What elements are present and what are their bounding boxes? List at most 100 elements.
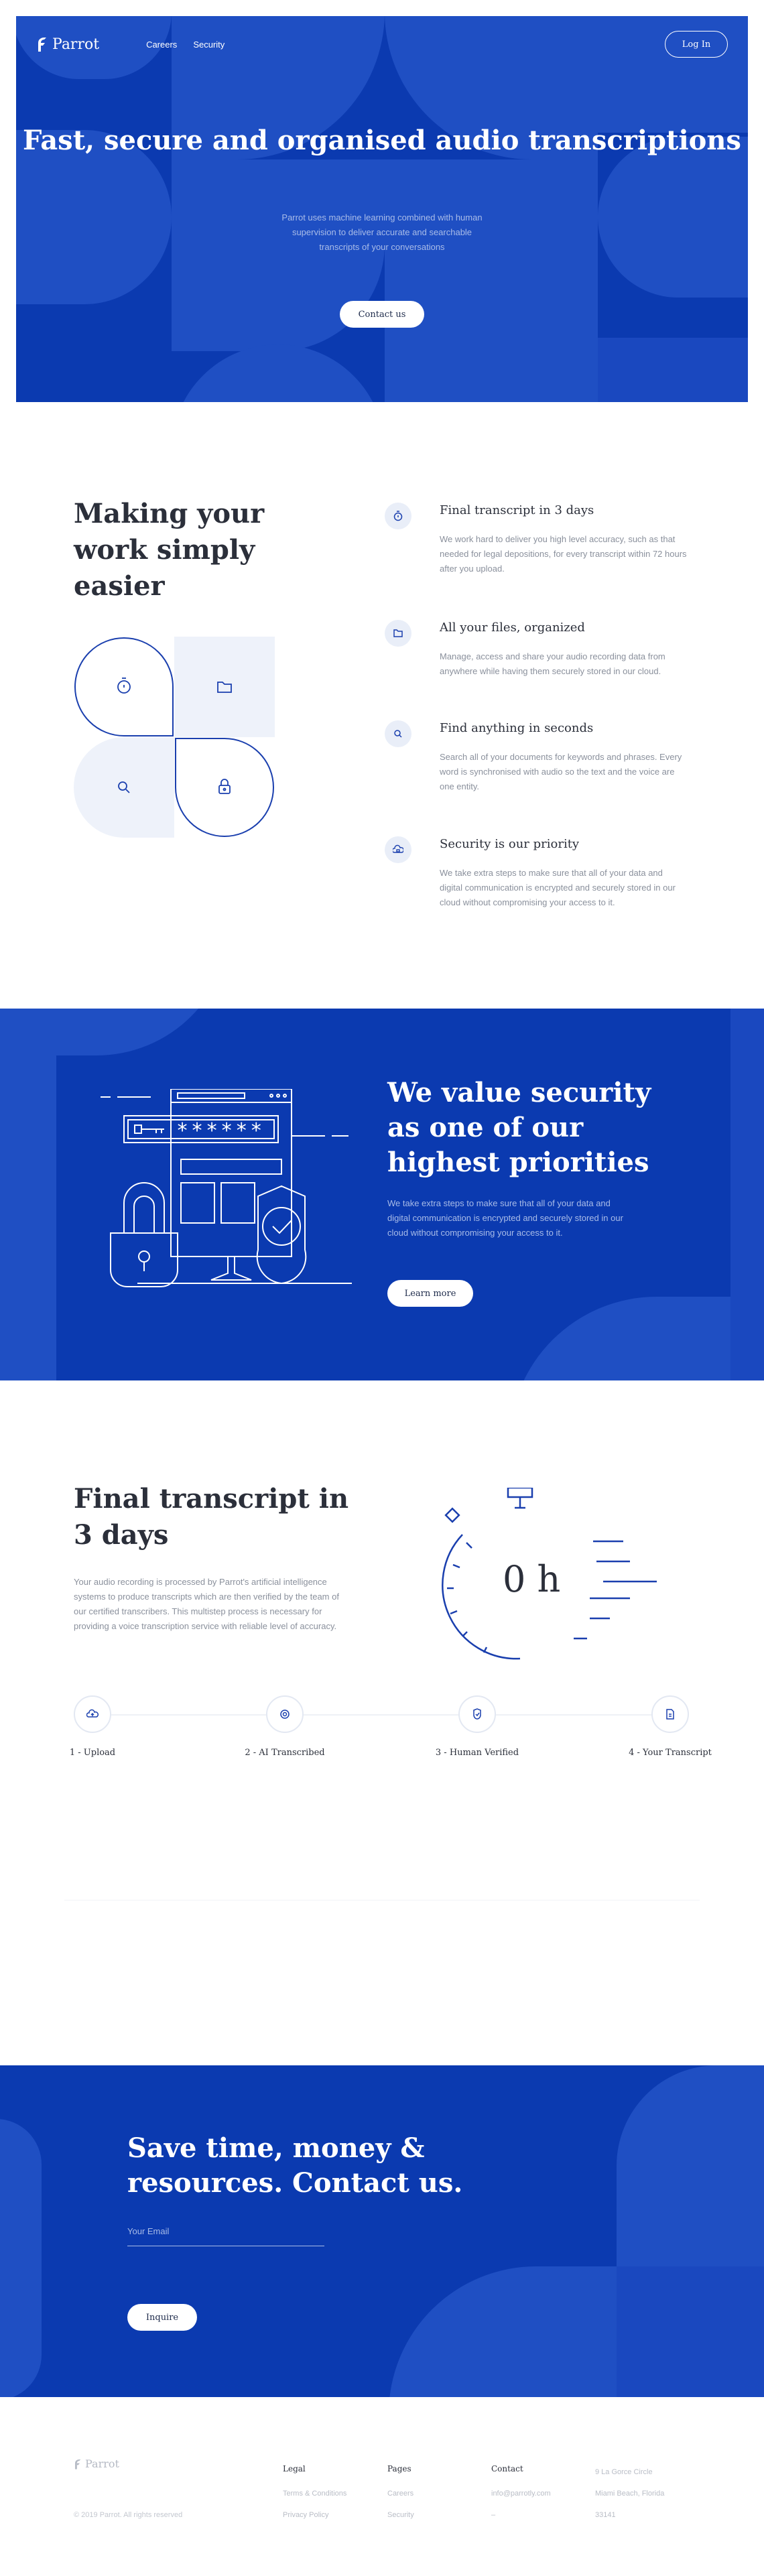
feature-text: We work hard to deliver you high level a… — [440, 534, 687, 574]
content-block — [180, 1159, 282, 1175]
contact-us-button[interactable]: Contact us — [340, 301, 424, 328]
folder-icon — [385, 620, 411, 647]
nav-link-careers[interactable]: Careers — [146, 40, 177, 50]
password-mask: ****** — [176, 1119, 265, 1143]
section-divider — [64, 1900, 700, 1901]
timeline-title: Final transcript in 3 days — [74, 1483, 349, 1551]
step-ai-transcribed: 2 - AI Transcribed — [231, 1695, 338, 1758]
dial-tick — [462, 1631, 468, 1637]
address-line: 33141 — [595, 2511, 616, 2519]
step-label: 1 - Upload — [69, 1748, 116, 1758]
hero-title: Fast, secure and organised audio transcr… — [23, 125, 741, 156]
footer-column-contact: Contact info@parrotly.com – — [491, 2464, 551, 2532]
key-icon — [134, 1124, 164, 1134]
feature-item-security: Security is our priority We take extra s… — [385, 836, 693, 910]
decor-shape — [172, 344, 385, 402]
footer-link-phone[interactable]: – — [491, 2511, 551, 2519]
parrot-logo-icon — [75, 2459, 81, 2469]
footer-logo[interactable]: Parrot — [74, 2457, 119, 2470]
inquire-button[interactable]: Inquire — [127, 2304, 197, 2331]
hero-section: Parrot Careers Security Log In Fast, sec… — [0, 0, 764, 402]
window-field — [177, 1092, 245, 1099]
hero-subtitle: Parrot uses machine learning combined wi… — [281, 212, 483, 252]
footer-address: 9 La Gorce Circle Miami Beach, Florida 3… — [595, 2461, 664, 2526]
address-line: 9 La Gorce Circle — [595, 2468, 653, 2476]
step-human-verified: 3 - Human Verified — [424, 1695, 531, 1758]
lock-icon — [218, 779, 231, 794]
steps-connector — [92, 1714, 669, 1716]
window-dot — [269, 1094, 273, 1098]
contact-title: Save time, money & resources. Contact us… — [127, 2132, 463, 2199]
contact-section: Save time, money & resources. Contact us… — [0, 2065, 764, 2397]
step-label: 3 - Human Verified — [435, 1748, 519, 1758]
monitor-window — [170, 1089, 292, 1257]
address-line: Miami Beach, Florida — [595, 2490, 665, 2498]
padlock-body — [110, 1232, 178, 1287]
footer-link-security[interactable]: Security — [387, 2511, 414, 2519]
cloud-upload-icon — [74, 1695, 111, 1733]
petal-outline-bottom-right — [175, 738, 275, 838]
footer-link-email[interactable]: info@parrotly.com — [491, 2490, 551, 2498]
step-upload: 1 - Upload — [39, 1695, 146, 1758]
learn-more-button[interactable]: Learn more — [387, 1280, 473, 1307]
petal-top-right-round — [174, 637, 275, 737]
step-label: 2 - AI Transcribed — [245, 1748, 325, 1758]
window-dot — [276, 1094, 280, 1098]
email-input[interactable] — [127, 2226, 324, 2246]
footer-column-legal: Legal Terms & Conditions Privacy Policy — [283, 2464, 346, 2532]
cloud-lock-icon — [385, 836, 411, 863]
stopwatch-icon — [385, 503, 411, 529]
decor-shape — [509, 1297, 764, 1380]
feature-item-search: Find anything in seconds Search all of y… — [385, 720, 693, 794]
footer-logo-text: Parrot — [85, 2457, 119, 2470]
security-section: ****** We value security as one of our h… — [0, 1009, 764, 1380]
decor-shape — [0, 2119, 42, 2397]
step-label: 4 - Your Transcript — [629, 1748, 712, 1758]
footer-link-terms[interactable]: Terms & Conditions — [283, 2490, 346, 2498]
decor-shape — [0, 1009, 56, 1380]
login-button[interactable]: Log In — [665, 31, 728, 58]
monitor-stand — [210, 1257, 252, 1281]
petal-bottom-left — [74, 737, 174, 838]
footer: Parrot © 2019 Parrot. All rights reserve… — [0, 2397, 764, 2548]
decor-shape — [730, 1009, 764, 1380]
feature-item-transcript: Final transcript in 3 days We work hard … — [385, 503, 693, 576]
footer-heading: Legal — [283, 2464, 306, 2473]
feature-text: Manage, access and share your audio reco… — [440, 651, 665, 676]
stopwatch-icon — [117, 678, 131, 694]
shield-check-icon — [458, 1695, 496, 1733]
top-nav: Parrot Careers Security Log In — [16, 16, 748, 72]
nav-links: Careers Security — [146, 40, 225, 50]
target-icon — [266, 1695, 304, 1733]
keyhole-icon — [138, 1250, 150, 1263]
features-title: Making your work simply easier — [74, 498, 265, 602]
hero-banner: Parrot Careers Security Log In Fast, sec… — [16, 16, 748, 402]
timeline-section: Final transcript in 3 days Your audio re… — [0, 1380, 764, 2065]
parrot-logo-icon — [38, 38, 46, 52]
security-text: We take extra steps to make sure that al… — [387, 1198, 623, 1238]
decor-shape — [385, 159, 598, 402]
security-illustration: ****** — [101, 1089, 352, 1287]
feature-title: Final transcript in 3 days — [440, 503, 594, 517]
footer-link-privacy[interactable]: Privacy Policy — [283, 2511, 346, 2519]
window-dot — [283, 1094, 287, 1098]
logo-text: Parrot — [52, 36, 100, 53]
step-your-transcript: 4 - Your Transcript — [617, 1695, 724, 1758]
decor-shape — [617, 2266, 764, 2397]
timeline-text: Your audio recording is processed by Par… — [74, 1577, 339, 1631]
dial-tick — [466, 1542, 472, 1549]
footer-heading: Contact — [491, 2464, 523, 2473]
features-section: Making your work simply easier Final tra… — [0, 402, 764, 1009]
content-block — [180, 1182, 215, 1224]
logo[interactable]: Parrot — [36, 36, 99, 53]
footer-link-careers[interactable]: Careers — [387, 2490, 414, 2498]
footer-heading: Pages — [387, 2464, 411, 2473]
dial-tick — [452, 1563, 460, 1569]
decor-shape — [389, 2266, 617, 2397]
check-icon — [272, 1220, 292, 1234]
search-icon — [385, 720, 411, 747]
decor-shape — [598, 338, 748, 402]
features-illustration — [74, 637, 275, 838]
decor-shape — [56, 1009, 231, 1055]
nav-link-security[interactable]: Security — [193, 40, 225, 50]
